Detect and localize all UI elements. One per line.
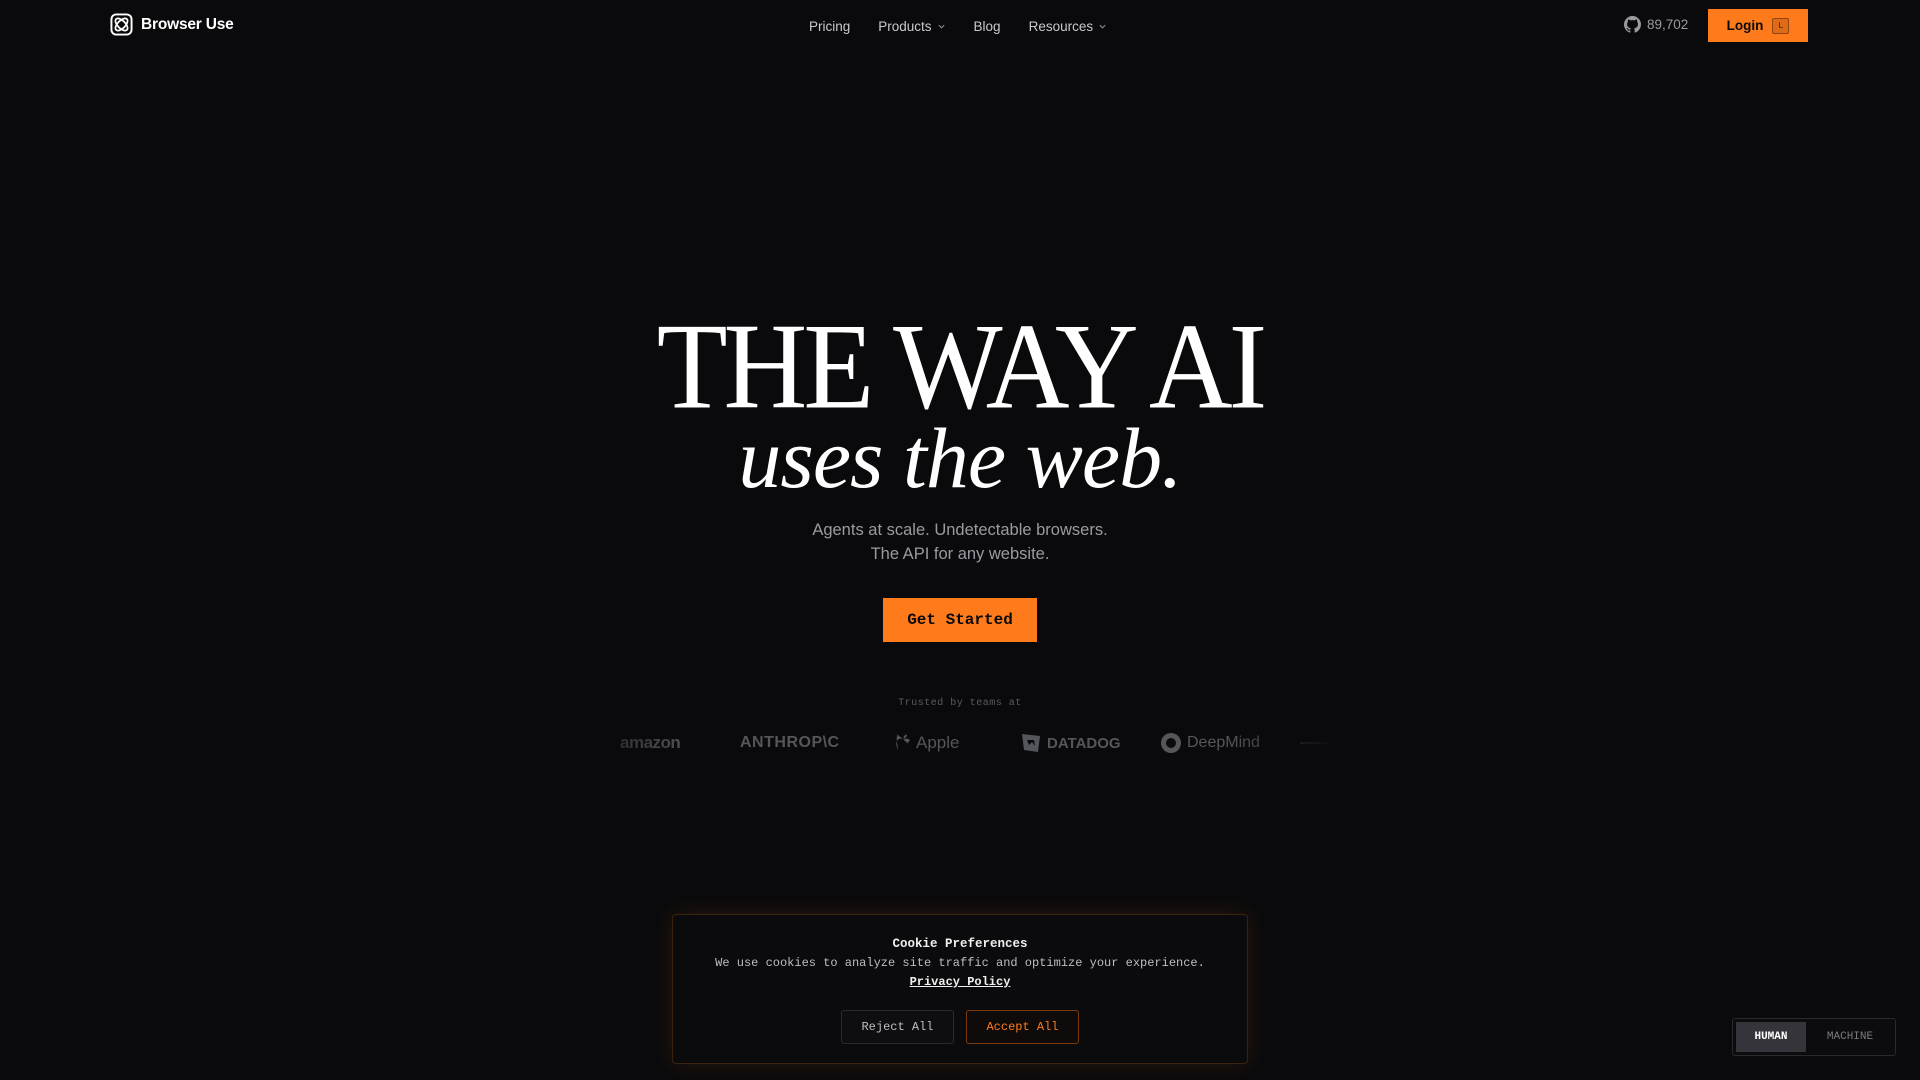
- mode-toggle: HUMAN MACHINE: [1732, 1018, 1896, 1056]
- cookie-description: We use cookies to analyze site traffic a…: [715, 956, 1205, 970]
- deepmind-icon: [1161, 733, 1181, 753]
- brand-name: Apple: [916, 733, 960, 752]
- hero-subtitle-line2: The API for any website.: [870, 545, 1050, 563]
- login-button[interactable]: Login L: [1708, 9, 1808, 42]
- privacy-policy-row: Privacy Policy: [673, 975, 1247, 989]
- cookie-title: Cookie Preferences: [892, 937, 1028, 951]
- amazon-logo: amazon: [620, 733, 740, 753]
- get-started-button[interactable]: Get Started: [883, 598, 1037, 642]
- trusted-by-label: Trusted by teams at: [898, 698, 1022, 709]
- nav-item-blog[interactable]: Blog: [974, 19, 1001, 34]
- nav-item-pricing[interactable]: Pricing: [809, 19, 850, 34]
- cookie-preferences-dialog: Cookie Preferences We use cookies to ana…: [672, 914, 1248, 1064]
- reject-all-button[interactable]: Reject All: [841, 1010, 954, 1044]
- nav-label: Resources: [1028, 18, 1094, 34]
- anthropic-logo: ANTHROP\C: [740, 734, 895, 752]
- deepmind-logo: DeepMind: [1160, 732, 1300, 754]
- mode-option-machine[interactable]: MACHINE: [1808, 1022, 1892, 1052]
- datadog-logo: DATADOG: [1020, 732, 1160, 754]
- datadog-icon: [1022, 734, 1040, 752]
- brand-name: amazon: [620, 733, 681, 752]
- mode-option-human[interactable]: HUMAN: [1736, 1022, 1806, 1052]
- apple-icon: [896, 734, 910, 750]
- nav-label: Blog: [973, 18, 1001, 34]
- nav-item-resources[interactable]: Resources: [1029, 19, 1108, 34]
- github-icon: [1624, 16, 1641, 33]
- brand-name: DeepMind: [1187, 734, 1260, 751]
- privacy-policy-link[interactable]: Privacy Policy: [910, 975, 1011, 989]
- github-stars-count: 89,702: [1647, 17, 1689, 32]
- browser-use-logo-icon: [110, 13, 133, 36]
- customer-logos-strip: amazon ANTHROP\C Apple DATADOG DeepMind: [620, 728, 1340, 758]
- chevron-down-icon: [937, 24, 945, 29]
- hero-subtitle-line1: Agents at scale. Undetectable browsers.: [812, 521, 1108, 539]
- nav-label: Products: [878, 18, 932, 34]
- logo-text: Browser Use: [141, 15, 234, 33]
- accept-all-button[interactable]: Accept All: [966, 1010, 1079, 1044]
- brand-name: ANTHROP\C: [740, 734, 840, 751]
- site-header: Browser Use Pricing Products Blog Resour…: [0, 0, 1920, 52]
- keyboard-shortcut-badge: L: [1772, 17, 1790, 34]
- partner-icon: [1300, 742, 1330, 744]
- main-nav: Pricing Products Blog Resources: [809, 0, 1135, 52]
- login-label: Login: [1726, 18, 1764, 33]
- hero-subtitle: Agents at scale. Undetectable browsers. …: [0, 518, 1920, 566]
- logo-link[interactable]: Browser Use: [110, 13, 234, 36]
- faded-partner-logo: [1300, 738, 1340, 748]
- apple-logo: Apple: [895, 733, 1020, 753]
- nav-item-products[interactable]: Products: [878, 19, 945, 34]
- hero-title-line2: uses the web.: [738, 410, 1182, 506]
- chevron-down-icon: [1099, 24, 1106, 29]
- nav-label: Pricing: [809, 18, 851, 34]
- github-stars-link[interactable]: 89,702: [1624, 16, 1688, 33]
- brand-name: DATADOG: [1047, 734, 1121, 752]
